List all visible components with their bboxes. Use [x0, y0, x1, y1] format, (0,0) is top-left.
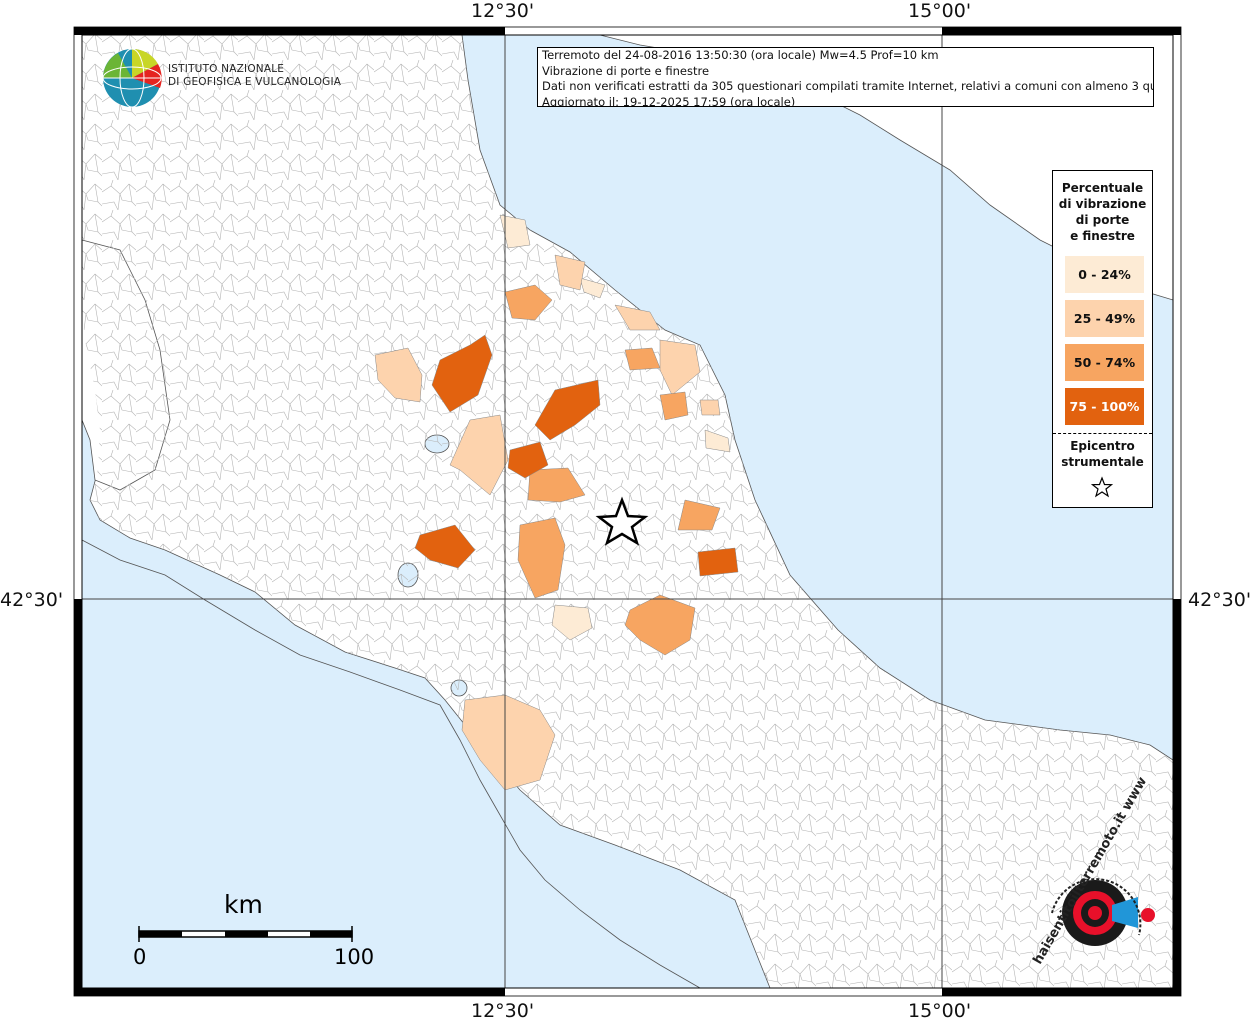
scale-max: 100 — [334, 945, 375, 969]
legend-separator — [1053, 433, 1152, 434]
scale-unit: km — [224, 890, 263, 919]
area-class-2 — [699, 399, 721, 416]
legend-title: Percentuale di vibrazione di porte e fin… — [1053, 180, 1152, 244]
institute-line-2: DI GEOFISICA E VULCANOLOGIA — [168, 76, 342, 88]
coord-top-left-lon: 12°30' — [471, 0, 535, 22]
coord-right-lat: 42°30' — [1188, 589, 1252, 611]
legend-star-icon — [1091, 476, 1113, 498]
earthquake-info-box: Terremoto del 24-08-2016 13:50:30 (ora l… — [537, 47, 1154, 107]
map-canvas: haisentitoilterremoto.it www — [73, 26, 1182, 997]
legend: Percentuale di vibrazione di porte e fin… — [1052, 170, 1153, 508]
info-line-2: Vibrazione di porte e finestre — [542, 63, 710, 78]
scale-min: 0 — [133, 945, 147, 969]
info-line-3: Dati non verificati estratti da 305 ques… — [542, 79, 1154, 93]
legend-title-line-2: di vibrazione — [1058, 197, 1147, 211]
legend-epicenter-line-1: Epicentro — [1070, 439, 1135, 453]
legend-swatch-50-74: 50 - 74% — [1065, 344, 1144, 381]
legend-title-line-3: di porte — [1075, 213, 1130, 227]
area-class-4 — [697, 547, 739, 577]
legend-epicenter-title: Epicentro strumentale — [1053, 438, 1152, 470]
coord-bottom-left-lon: 12°30' — [471, 1000, 535, 1022]
legend-swatch-25-49: 25 - 49% — [1065, 300, 1144, 337]
area-class-3 — [659, 391, 689, 421]
legend-epicenter-line-2: strumentale — [1061, 455, 1144, 469]
coord-left-lat: 42°30' — [0, 589, 64, 611]
institute-name: ISTITUTO NAZIONALE DI GEOFISICA E VULCAN… — [168, 63, 341, 89]
info-line-1: Terremoto del 24-08-2016 13:50:30 (ora l… — [542, 48, 939, 62]
legend-swatch-0-24: 0 - 24% — [1065, 256, 1144, 293]
coord-top-right-lon: 15°00' — [908, 0, 972, 22]
info-line-4: Aggiornato il: 19-12-2025 17:59 (ora loc… — [542, 94, 796, 107]
institute-line-1: ISTITUTO NAZIONALE — [168, 63, 285, 75]
legend-title-line-4: e finestre — [1070, 229, 1135, 243]
legend-title-line-1: Percentuale — [1061, 181, 1144, 195]
coord-bottom-right-lon: 15°00' — [908, 1000, 972, 1022]
legend-swatch-75-100: 75 - 100% — [1065, 388, 1144, 425]
